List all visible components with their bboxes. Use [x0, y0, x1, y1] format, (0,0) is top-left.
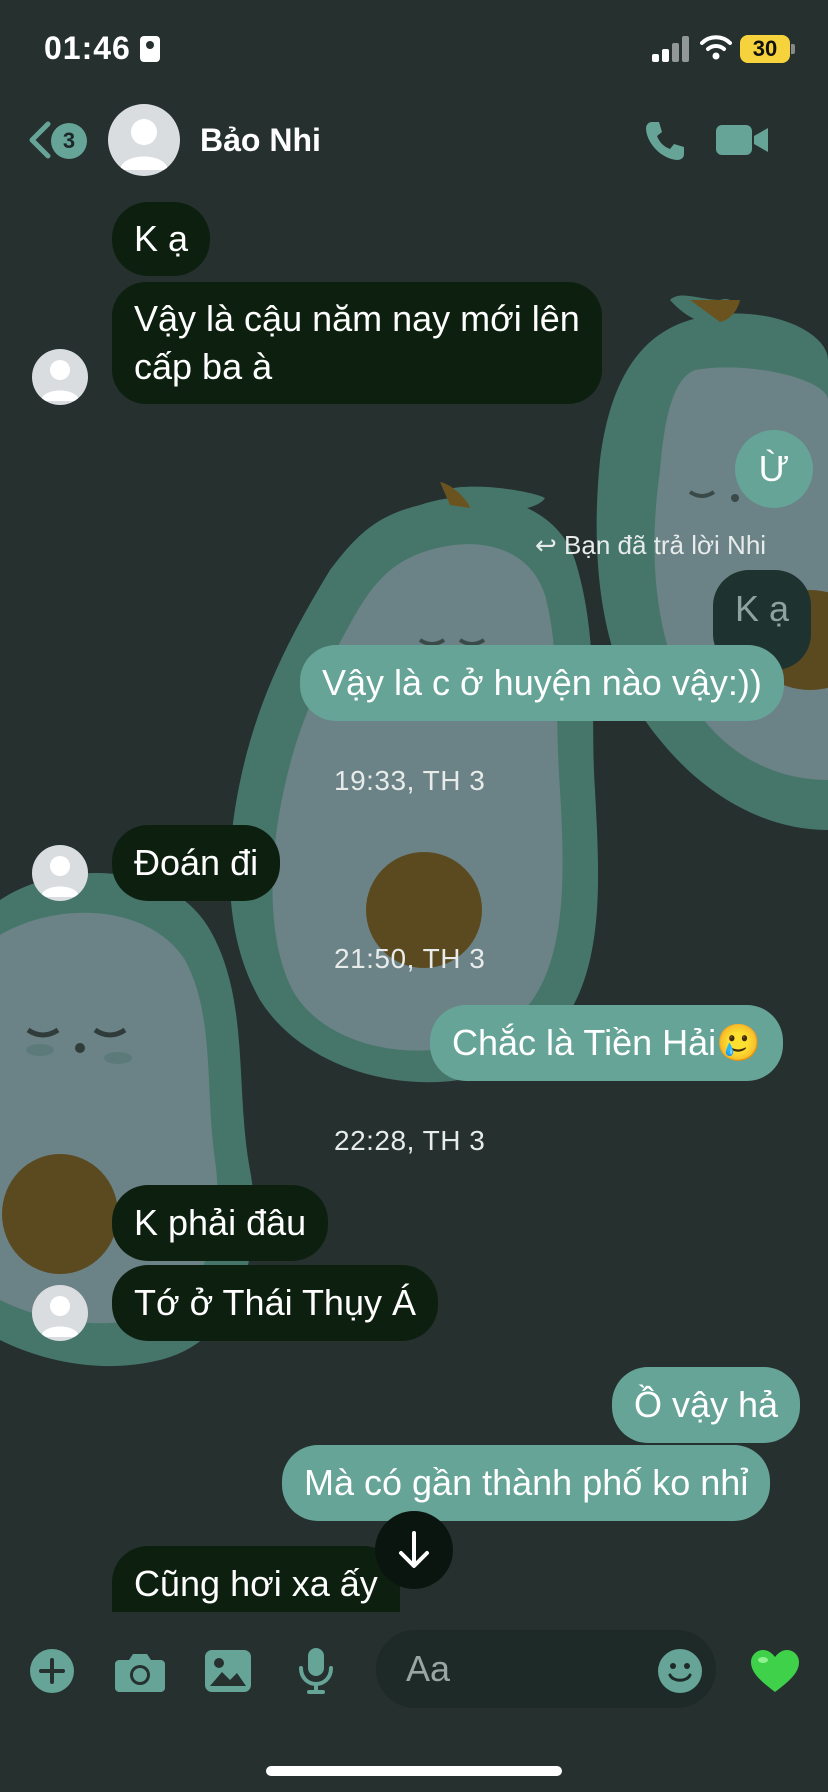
- arrow-down-icon: [399, 1531, 429, 1568]
- reply-note-text: Bạn đã trả lời Nhi: [564, 530, 767, 560]
- message-incoming[interactable]: K ạ: [112, 202, 211, 276]
- message-input-placeholder: Aa: [406, 1648, 451, 1689]
- sender-avatar[interactable]: [32, 1285, 88, 1341]
- message-incoming[interactable]: K phải đâu: [112, 1185, 329, 1261]
- battery-tip: [791, 44, 795, 54]
- sender-avatar[interactable]: [32, 845, 88, 901]
- home-indicator[interactable]: [266, 1766, 562, 1776]
- message-outgoing[interactable]: Vậy là c ở huyện nào vậy:)): [300, 645, 784, 721]
- plus-icon[interactable]: [29, 1648, 75, 1694]
- reply-note: ↩ Bạn đã trả lời Nhi: [535, 530, 766, 561]
- message-outgoing[interactable]: Chắc là Tiền Hải🥲: [430, 1005, 783, 1081]
- message-outgoing[interactable]: Ồ vậy hả: [612, 1367, 801, 1443]
- battery-indicator: 30: [740, 35, 790, 63]
- message-incoming[interactable]: Vậy là cậu năm nay mới lên cấp ba à: [112, 282, 602, 404]
- timestamp: 21:50, TH 3: [334, 943, 486, 974]
- message-outgoing[interactable]: Ừ: [735, 430, 813, 508]
- scroll-to-bottom-button[interactable]: [375, 1511, 453, 1589]
- message-line: cấp ba à: [134, 346, 273, 387]
- message-line: Vậy là cậu năm nay mới lên: [134, 298, 580, 339]
- cellular-signal-icon: [652, 36, 690, 62]
- message-incoming[interactable]: Cũng hơi xa ấy: [112, 1546, 400, 1612]
- video-icon[interactable]: [714, 122, 770, 158]
- unread-count-badge[interactable]: 3: [51, 123, 87, 159]
- microphone-icon[interactable]: [298, 1648, 334, 1694]
- wifi-icon: [700, 35, 732, 60]
- contact-avatar[interactable]: [108, 104, 180, 176]
- reply-arrow-icon: ↩: [535, 530, 565, 560]
- timestamp: 19:33, TH 3: [334, 765, 486, 796]
- image-icon[interactable]: [205, 1650, 251, 1692]
- message-incoming[interactable]: Tớ ở Thái Thụy Á: [112, 1265, 438, 1341]
- chevron-left-icon[interactable]: [26, 120, 54, 160]
- contact-name[interactable]: Bảo Nhi: [200, 122, 321, 159]
- message-incoming[interactable]: Đoán đi: [112, 825, 281, 901]
- contact-card-icon: [140, 36, 160, 62]
- emoji-icon[interactable]: [657, 1648, 703, 1694]
- sender-avatar[interactable]: [32, 349, 88, 405]
- message-outgoing[interactable]: Mà có gần thành phố ko nhỉ: [282, 1445, 771, 1521]
- heart-icon[interactable]: [749, 1648, 801, 1694]
- camera-icon[interactable]: [115, 1650, 165, 1692]
- timestamp: 22:28, TH 3: [334, 1125, 486, 1156]
- phone-icon[interactable]: [642, 118, 688, 164]
- status-time: 01:46: [44, 30, 131, 66]
